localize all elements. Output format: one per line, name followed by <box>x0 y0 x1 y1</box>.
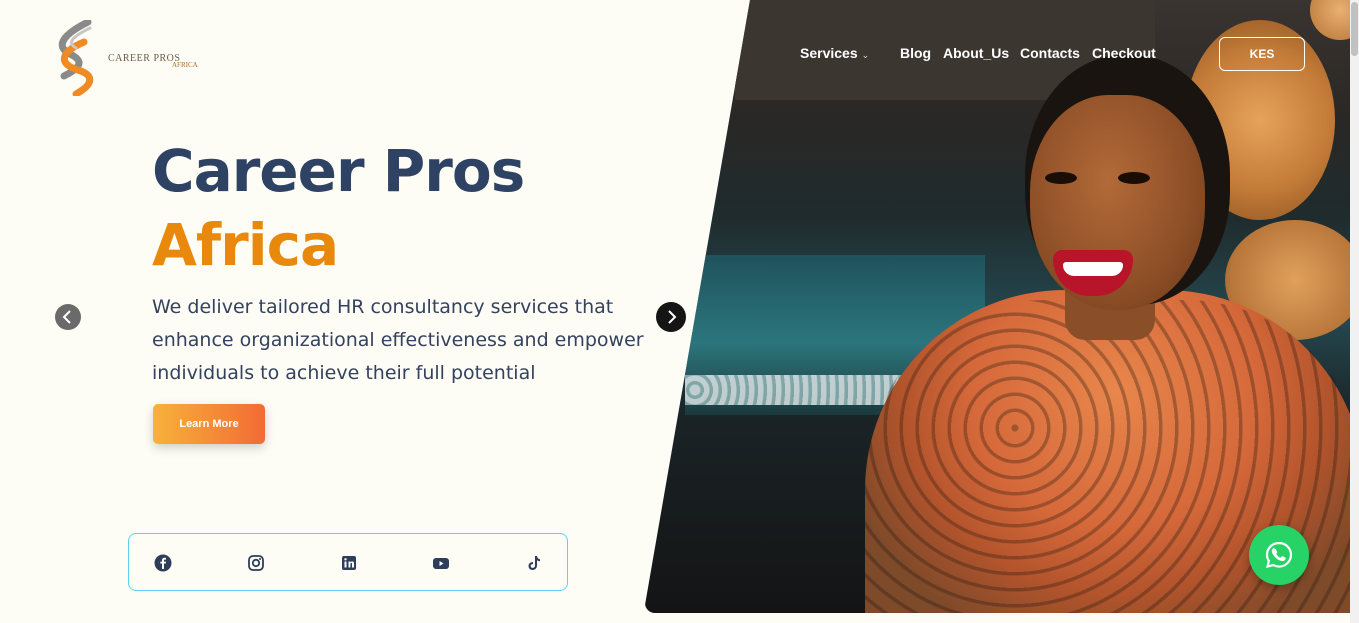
chevron-down-icon: ⌄ <box>861 50 870 60</box>
facebook-icon[interactable] <box>154 554 172 572</box>
whatsapp-button[interactable] <box>1249 525 1309 585</box>
nav-checkout[interactable]: Checkout <box>1092 45 1156 61</box>
whatsapp-icon <box>1265 541 1293 569</box>
nav-contacts[interactable]: Contacts <box>1020 45 1080 61</box>
nav-blog[interactable]: Blog <box>900 45 931 61</box>
instagram-icon[interactable] <box>247 554 265 572</box>
logo-text: CAREER PROS <box>108 53 181 64</box>
page-scrollbar[interactable] <box>1350 0 1359 623</box>
carousel-prev-button[interactable] <box>55 304 81 330</box>
hero-description: We deliver tailored HR consultancy servi… <box>152 296 644 384</box>
chevron-left-icon <box>62 310 71 324</box>
site-logo[interactable]: CAREER PROS AFRICA <box>54 20 214 96</box>
nav-services[interactable]: Services ⌄ <box>800 45 869 61</box>
youtube-icon[interactable] <box>432 554 450 572</box>
logo-subtext: AFRICA <box>172 61 198 69</box>
nav-services-label: Services <box>800 45 858 61</box>
logo-mark-icon <box>58 20 94 96</box>
scrollbar-thumb[interactable] <box>1351 2 1358 56</box>
linkedin-icon[interactable] <box>340 554 358 572</box>
hero-image <box>645 0 1359 613</box>
currency-button[interactable]: KES <box>1219 37 1305 71</box>
carousel-next-button[interactable] <box>656 302 686 332</box>
hero-title-accent: Africa <box>152 211 339 279</box>
nav-about[interactable]: About_Us <box>943 45 1009 61</box>
hero-title: Career Pros <box>152 137 525 205</box>
social-links <box>128 533 568 591</box>
chevron-right-icon <box>668 310 677 324</box>
tiktok-icon[interactable] <box>525 554 543 572</box>
learn-more-button[interactable]: Learn More <box>153 404 265 444</box>
